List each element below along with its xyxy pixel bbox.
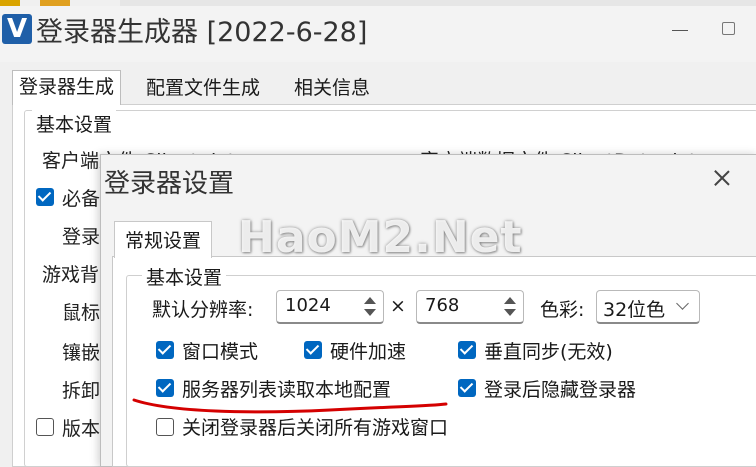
red-underline-annotation [132, 398, 448, 414]
hide-after-login-checkbox[interactable] [458, 379, 476, 397]
tab-generator[interactable]: 登录器生成 [12, 70, 122, 105]
watermark: HaoM2.Net [238, 212, 523, 263]
close-all-games-checkbox[interactable] [156, 418, 174, 436]
dialog-group-title: 基本设置 [142, 263, 227, 290]
times-sign: × [390, 295, 406, 317]
tab-config-file[interactable]: 配置文件生成 [140, 72, 266, 104]
windowed-mode-checkbox[interactable] [156, 341, 174, 359]
version-checkbox[interactable] [36, 418, 54, 436]
spinner-down-icon[interactable] [364, 309, 376, 316]
embed-label: 镶嵌 [62, 342, 101, 364]
resolution-label: 默认分辨率: [152, 299, 254, 321]
width-value: 1024 [285, 295, 331, 316]
spinner-up-icon[interactable] [364, 297, 376, 304]
required-label: 必备 [62, 188, 101, 210]
background-window-strip [0, 0, 756, 6]
game-background-label: 游戏背 [42, 264, 100, 286]
spinner-up-icon[interactable] [504, 297, 516, 304]
hardware-accel-checkbox[interactable] [304, 341, 322, 359]
spinner-down-icon[interactable] [504, 309, 516, 316]
vsync-label: 垂直同步(无效) [484, 341, 613, 363]
height-stepper[interactable]: 768 [416, 290, 524, 324]
chevron-down-icon [676, 297, 689, 310]
version-label: 版本 [62, 418, 101, 440]
windowed-mode-label: 窗口模式 [182, 341, 259, 363]
main-window-title: 登录器生成器 [2022-6-28] [36, 17, 368, 48]
split-label: 拆卸 [62, 380, 101, 402]
maximize-icon[interactable] [712, 14, 752, 44]
required-checkbox[interactable] [36, 188, 54, 206]
main-group-title: 基本设置 [32, 110, 117, 137]
minimize-icon[interactable] [660, 14, 700, 44]
dialog-title: 登录器设置 [104, 169, 235, 199]
close-icon[interactable] [700, 160, 744, 196]
vsync-checkbox[interactable] [458, 341, 476, 359]
hide-after-login-label: 登录后隐藏登录器 [484, 379, 637, 401]
color-depth-value: 32位色 [603, 299, 666, 321]
hardware-accel-label: 硬件加速 [330, 341, 407, 363]
login-label: 登录 [62, 226, 101, 248]
tab-general-settings[interactable]: 常规设置 [114, 221, 213, 258]
color-label: 色彩: [540, 299, 585, 321]
height-value: 768 [425, 295, 460, 316]
width-stepper[interactable]: 1024 [276, 290, 384, 324]
tab-related-info[interactable]: 相关信息 [288, 72, 376, 104]
mouse-label: 鼠标 [62, 302, 101, 324]
app-logo-icon: V [2, 14, 32, 44]
color-depth-select[interactable]: 32位色 [596, 290, 700, 324]
